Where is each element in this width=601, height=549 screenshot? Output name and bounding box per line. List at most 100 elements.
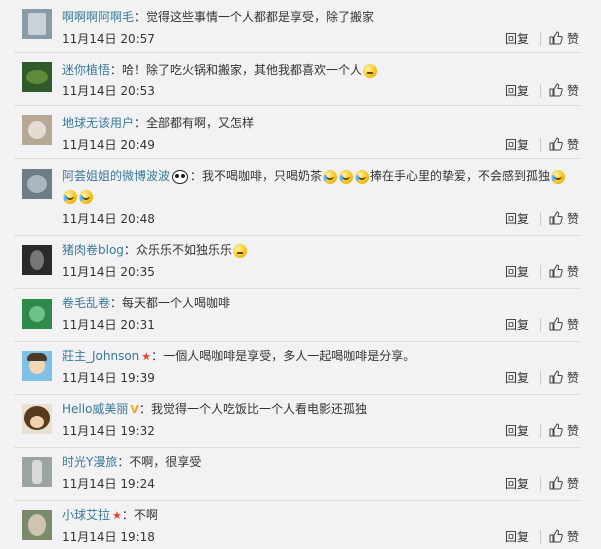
comment-text: 不啊，很享受 [129, 455, 202, 469]
avatar[interactable] [22, 115, 52, 145]
avatar[interactable] [22, 299, 52, 329]
divider [540, 212, 541, 226]
tears-of-joy-emoji-icon [551, 169, 566, 184]
comment-time: 11月14日 20:57 [62, 32, 155, 46]
like-button[interactable]: 赞 [567, 317, 579, 333]
avatar[interactable] [22, 351, 52, 381]
avatar[interactable] [22, 9, 52, 39]
username-link[interactable]: 阿荟姐姐的微博波波 [62, 169, 170, 183]
avatar[interactable] [22, 169, 52, 199]
username-link[interactable]: 猪肉卷blog [62, 243, 124, 257]
avatar[interactable] [22, 457, 52, 487]
avatar[interactable] [22, 62, 52, 92]
username-link[interactable]: 啊啊啊阿啊毛 [62, 10, 134, 24]
thumbs-up-icon[interactable] [549, 476, 563, 490]
username-link[interactable]: 小球艾拉 [62, 508, 110, 522]
comment-item: Hello威美丽 V：我觉得一个人吃饭比一个人看电影还孤独 11月14日 19:3… [14, 395, 580, 448]
divider [540, 138, 541, 152]
divider [540, 32, 541, 46]
comment-item: 猪肉卷blog：众乐乐不如独乐乐 11月14日 20:35 回复 赞 [14, 236, 580, 289]
reply-button[interactable]: 回复 [505, 83, 529, 99]
avatar[interactable] [22, 404, 52, 434]
colon: ： [123, 243, 136, 257]
divider [540, 265, 541, 279]
divider [540, 477, 541, 491]
like-button[interactable]: 赞 [567, 31, 579, 47]
username-link[interactable]: 时光Y漫旅 [62, 455, 117, 469]
comment-text: 觉得这些事情一个人都都是享受，除了搬家 [146, 10, 375, 24]
panda-icon [172, 169, 189, 184]
like-button[interactable]: 赞 [567, 137, 579, 153]
comment-text: 众乐乐不如独乐乐 [135, 243, 232, 257]
tears-of-joy-emoji-icon [63, 189, 77, 204]
like-button[interactable]: 赞 [567, 370, 579, 386]
like-button[interactable]: 赞 [567, 211, 579, 227]
colon: ： [110, 63, 123, 77]
colon: ： [134, 10, 147, 24]
comment-time: 11月14日 20:53 [62, 84, 155, 98]
like-button[interactable]: 赞 [567, 423, 579, 439]
comment-time: 11月14日 20:48 [62, 212, 155, 226]
like-button[interactable]: 赞 [567, 476, 579, 492]
thumbs-up-icon[interactable] [549, 83, 563, 97]
comment-item: 地球无该用户：全部都有啊，又怎样 11月14日 20:49 回复 赞 [14, 106, 580, 159]
reply-button[interactable]: 回复 [505, 137, 529, 153]
thumbs-up-icon[interactable] [549, 211, 563, 225]
avatar[interactable] [22, 510, 52, 540]
comment-text-continued: 捧在手心里的挚爱，不会感到孤独 [370, 169, 551, 183]
reply-button[interactable]: 回复 [505, 529, 529, 545]
avatar[interactable] [22, 245, 52, 275]
username-link[interactable]: 迷你植悟 [62, 63, 110, 77]
divider [540, 530, 541, 544]
colon: ： [151, 349, 164, 363]
comment-text: 每天都一个人喝咖啡 [122, 296, 231, 310]
like-button[interactable]: 赞 [567, 529, 579, 545]
username-link[interactable]: 地球无该用户 [62, 116, 134, 130]
colon: ： [121, 508, 134, 522]
username-link[interactable]: 卷毛乱卷 [62, 296, 110, 310]
reply-button[interactable]: 回复 [505, 476, 529, 492]
username-link[interactable]: Hello威美丽 [62, 402, 128, 416]
like-button[interactable]: 赞 [567, 83, 579, 99]
reply-button[interactable]: 回复 [505, 211, 529, 227]
comment-item: 时光Y漫旅：不啊，很享受 11月14日 19:24 回复 赞 [14, 448, 580, 501]
like-button[interactable]: 赞 [567, 264, 579, 280]
reply-button[interactable]: 回复 [505, 370, 529, 386]
comment-item: 阿荟姐姐的微博波波 ：我不喝咖啡，只喝奶茶 捧在手心里的挚爱，不会感到孤独 11月1… [14, 159, 580, 236]
colon: ： [117, 455, 130, 469]
comment-time: 11月14日 20:49 [62, 138, 155, 152]
username-link[interactable]: 莊主_Johnson [62, 349, 139, 363]
comment-item: 卷毛乱卷：每天都一个人喝咖啡 11月14日 20:31 回复 赞 [14, 289, 580, 342]
divider [540, 84, 541, 98]
tears-of-joy-emoji-icon [79, 189, 93, 204]
comment-time: 11月14日 19:18 [62, 530, 155, 544]
comment-text: 全部都有啊，又怎样 [146, 116, 255, 130]
thumbs-up-icon[interactable] [549, 423, 563, 437]
colon: ： [134, 116, 147, 130]
thumbs-up-icon[interactable] [549, 370, 563, 384]
thumbs-up-icon[interactable] [549, 31, 563, 45]
divider [540, 371, 541, 385]
reply-button[interactable]: 回复 [505, 31, 529, 47]
comment-text: 一個人喝咖啡是享受，多人一起喝咖啡是分享。 [163, 349, 416, 363]
comment-time: 11月14日 20:35 [62, 265, 155, 279]
reply-button[interactable]: 回复 [505, 423, 529, 439]
tears-of-joy-emoji-icon [323, 169, 338, 184]
tears-of-joy-emoji-icon [355, 169, 370, 184]
gold-v-badge-icon: V [130, 402, 139, 416]
comment-text: 哈！除了吃火锅和搬家，其他我都喜欢一个人 [122, 63, 363, 77]
thumbs-up-icon[interactable] [549, 317, 563, 331]
comment-time: 11月14日 20:31 [62, 318, 155, 332]
comment-item: 迷你植悟：哈！除了吃火锅和搬家，其他我都喜欢一个人 11月14日 20:53 回… [14, 53, 580, 106]
thumbs-up-icon[interactable] [549, 529, 563, 543]
thumbs-up-icon[interactable] [549, 264, 563, 278]
reply-button[interactable]: 回复 [505, 317, 529, 333]
comment-item: 莊主_Johnson ★：一個人喝咖啡是享受，多人一起喝咖啡是分享。 11月14日… [14, 342, 580, 395]
thumbs-up-icon[interactable] [549, 137, 563, 151]
colon: ： [110, 296, 123, 310]
reply-button[interactable]: 回复 [505, 264, 529, 280]
comment-item: 啊啊啊阿啊毛：觉得这些事情一个人都都是享受，除了搬家 11月14日 20:57 … [14, 0, 580, 53]
colon: ： [190, 169, 203, 183]
divider [540, 318, 541, 332]
comment-time: 11月14日 19:39 [62, 371, 155, 385]
